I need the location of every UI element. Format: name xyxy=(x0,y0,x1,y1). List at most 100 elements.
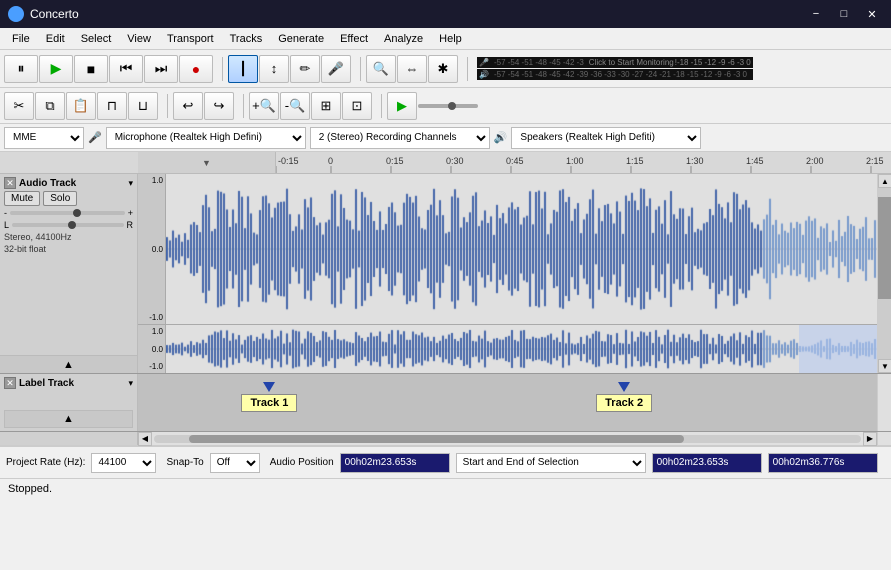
menu-tracks[interactable]: Tracks xyxy=(222,31,271,47)
maximize-button[interactable]: □ xyxy=(833,3,855,25)
vscroll-up[interactable]: ▲ xyxy=(878,174,891,188)
svg-text:0:30: 0:30 xyxy=(446,156,464,166)
cut-button[interactable]: ✂ xyxy=(4,92,34,120)
playback-speed-group: ▶ xyxy=(387,92,478,120)
silence-button[interactable]: ⊔ xyxy=(128,92,158,120)
ruler-svg: -0:15 0 0:15 0:30 0:45 1:00 1:15 1:30 1:… xyxy=(276,152,891,173)
svg-text:1:00: 1:00 xyxy=(566,156,584,166)
waveform-canvas-top[interactable] xyxy=(166,174,877,324)
menu-effect[interactable]: Effect xyxy=(332,31,376,47)
ruler-ticks-area[interactable]: -0:15 0 0:15 0:30 0:45 1:00 1:15 1:30 1:… xyxy=(276,152,891,173)
redo-button[interactable]: ↪ xyxy=(204,92,234,120)
click-to-monitor[interactable]: Click to Start Monitoring xyxy=(589,58,674,67)
hscroll-right[interactable]: ▶ xyxy=(863,432,877,446)
stop-button[interactable]: ■ xyxy=(74,55,108,83)
mic-select[interactable]: Microphone (Realtek High Defini) xyxy=(106,127,306,149)
timeline-ruler[interactable]: ▼ -0:15 0 0:15 0:30 0:45 1:00 1:15 1:30 … xyxy=(0,152,891,174)
label-track-expand[interactable]: ▲ xyxy=(4,410,133,428)
label-marker-track1[interactable]: Track 1 xyxy=(241,382,297,412)
device-row: MME 🎤 Microphone (Realtek High Defini) 2… xyxy=(0,124,891,152)
menu-transport[interactable]: Transport xyxy=(159,31,222,47)
speaker-select[interactable]: Speakers (Realtek High Defiti) xyxy=(511,127,701,149)
track-dropdown-btn[interactable]: ▾ xyxy=(128,178,133,189)
envelope-tool-button[interactable]: ↕ xyxy=(259,55,289,83)
hscroll-corner xyxy=(877,432,891,445)
project-rate-select[interactable]: 44100 xyxy=(91,453,156,473)
sep2 xyxy=(360,57,361,81)
sep4 xyxy=(167,94,168,118)
draw-tool-button[interactable]: ✏ xyxy=(290,55,320,83)
host-select[interactable]: MME xyxy=(4,127,84,149)
mute-button[interactable]: Mute xyxy=(4,191,40,206)
menu-analyze[interactable]: Analyze xyxy=(376,31,431,47)
menu-view[interactable]: View xyxy=(119,31,159,47)
hscroll-track[interactable] xyxy=(154,435,861,443)
label-track-name: Label Track xyxy=(19,378,125,389)
vscroll-thumb[interactable] xyxy=(878,197,891,300)
waveform-canvas-bottom[interactable] xyxy=(166,325,877,373)
hscroll-thumb[interactable] xyxy=(189,435,684,443)
waveform-bottom-channel: 1.0 0.0 -1.0 xyxy=(138,325,877,373)
label-track-close[interactable]: ✕ xyxy=(4,377,16,389)
vscroll-down[interactable]: ▼ xyxy=(878,359,891,373)
hscroll-area[interactable]: ◀ ▶ xyxy=(138,432,877,445)
label-track-waveform[interactable]: Track 1 Track 2 xyxy=(138,374,877,431)
menu-select[interactable]: Select xyxy=(73,31,120,47)
multi-tool-button[interactable]: ✱ xyxy=(428,55,458,83)
play-button[interactable]: ▶ xyxy=(39,55,73,83)
vscroll-track[interactable] xyxy=(878,188,891,359)
solo-button[interactable]: Solo xyxy=(43,191,77,206)
selection-type-select[interactable]: Start and End of Selection xyxy=(456,453,646,473)
undo-button[interactable]: ↩ xyxy=(173,92,203,120)
zoom-sel-btn[interactable]: ⊡ xyxy=(342,92,372,120)
track-info-stereo: Stereo, 44100Hz xyxy=(4,232,133,244)
pan-slider[interactable] xyxy=(12,223,123,227)
gain-slider[interactable] xyxy=(10,211,125,215)
track-header-row: ✕ Audio Track ▾ xyxy=(4,177,133,189)
mute-solo-row: Mute Solo xyxy=(4,191,133,206)
track-close-btn[interactable]: ✕ xyxy=(4,177,16,189)
waveform-display[interactable]: 1.0 0.0 -1.0 xyxy=(138,174,877,373)
paste-button[interactable]: 📋 xyxy=(66,92,96,120)
vscroll-main[interactable]: ▲ ▼ xyxy=(877,174,891,373)
minimize-button[interactable]: − xyxy=(805,3,827,25)
close-button[interactable]: ✕ xyxy=(861,3,883,25)
hscroll-left[interactable]: ◀ xyxy=(138,432,152,446)
window-controls: − □ ✕ xyxy=(805,3,883,25)
zoom-in-button[interactable]: 🔍 xyxy=(366,55,396,83)
time-shift-button[interactable]: ⇔ xyxy=(397,55,427,83)
mic-tool-button[interactable]: 🎤 xyxy=(321,55,351,83)
selection-tool-button[interactable]: ┃ xyxy=(228,55,258,83)
svg-text:0: 0 xyxy=(328,156,333,166)
zoom-fit-btn[interactable]: ⊞ xyxy=(311,92,341,120)
trim-button[interactable]: ⊓ xyxy=(97,92,127,120)
skip-end-button[interactable]: ⏭ xyxy=(144,55,178,83)
menu-generate[interactable]: Generate xyxy=(270,31,332,47)
track-control-inner: ✕ Audio Track ▾ Mute Solo - + L R xyxy=(0,174,137,355)
speed-slider[interactable] xyxy=(418,104,478,108)
snap-to-select[interactable]: Off xyxy=(210,453,260,473)
copy-button[interactable]: ⧉ xyxy=(35,92,65,120)
pan-row: L R xyxy=(4,220,133,230)
zoom-in-btn2[interactable]: +🔍 xyxy=(249,92,279,120)
audio-position-input[interactable] xyxy=(340,453,450,473)
menu-help[interactable]: Help xyxy=(431,31,470,47)
undo-redo-group: ↩ ↪ xyxy=(173,92,234,120)
track-expand-btn[interactable]: ▲ xyxy=(0,355,137,373)
menu-edit[interactable]: Edit xyxy=(38,31,73,47)
menu-file[interactable]: File xyxy=(4,31,38,47)
zoom-out-btn2[interactable]: -🔍 xyxy=(280,92,310,120)
hscroll-row: ◀ ▶ xyxy=(0,432,891,446)
selection-end-input[interactable] xyxy=(768,453,878,473)
label-track-dropdown[interactable]: ▾ xyxy=(128,378,133,389)
hscroll-spacer xyxy=(0,432,138,445)
skip-start-button[interactable]: ⏮ xyxy=(109,55,143,83)
toolbar-row2: ✂ ⧉ 📋 ⊓ ⊔ ↩ ↪ +🔍 -🔍 ⊞ ⊡ ▶ xyxy=(0,88,891,124)
label-marker-track2[interactable]: Track 2 xyxy=(596,382,652,412)
selection-start-input[interactable] xyxy=(652,453,762,473)
pause-button[interactable]: ⏸ xyxy=(4,55,38,83)
vu-meter-input[interactable]: 🎤 -57 -54 -51 -48 -45 -42 -3 Click to St… xyxy=(477,57,753,80)
play-at-speed-btn[interactable]: ▶ xyxy=(387,92,417,120)
channels-select[interactable]: 2 (Stereo) Recording Channels xyxy=(310,127,490,149)
record-button[interactable]: ● xyxy=(179,55,213,83)
